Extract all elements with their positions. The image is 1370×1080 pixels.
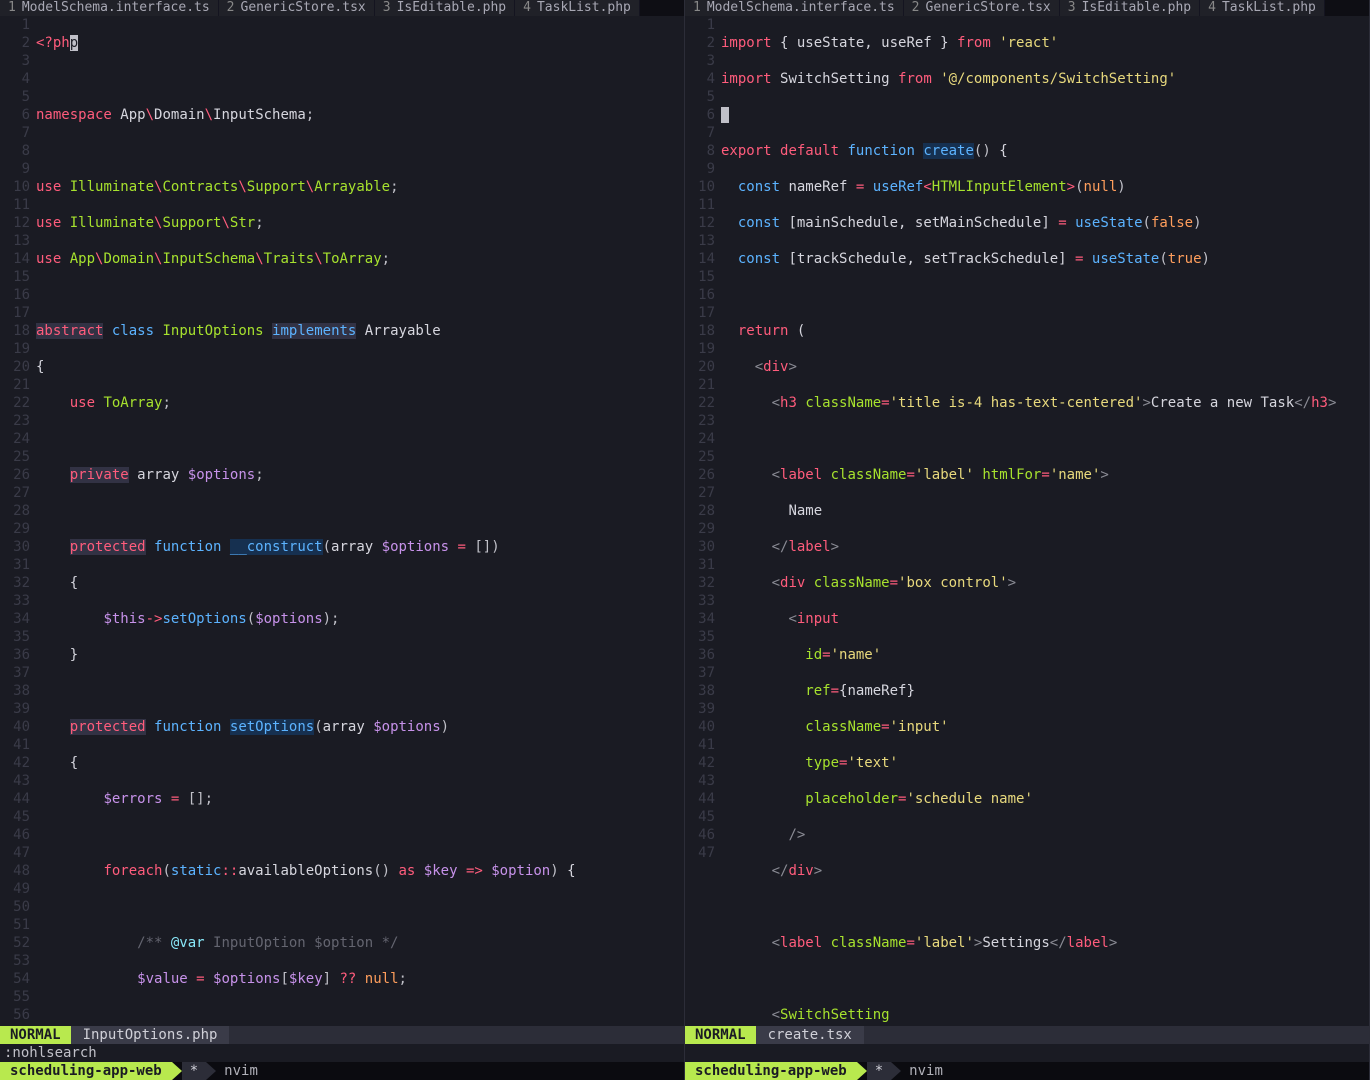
tab-3[interactable]: 3IsEditable.php: [1060, 0, 1200, 16]
tab-bar: 1ModelSchema.interface.ts 2GenericStore.…: [0, 0, 684, 16]
status-bar-right: NORMAL create.tsx: [685, 1026, 1369, 1044]
editor-pane-right: 1ModelSchema.interface.ts 2GenericStore.…: [685, 0, 1370, 1080]
tab-4[interactable]: 4TaskList.php: [515, 0, 640, 16]
code-content-right: import { useState, useRef } from 'react'…: [721, 16, 1369, 1026]
tab-2[interactable]: 2GenericStore.tsx: [219, 0, 375, 16]
mode-indicator: NORMAL: [0, 1026, 71, 1044]
editor-pane-left: 1ModelSchema.interface.ts 2GenericStore.…: [0, 0, 685, 1080]
process-name: nvim: [216, 1062, 258, 1080]
line-numbers: 1234567891011121314151617181920212223242…: [0, 16, 36, 1026]
tab-3[interactable]: 3IsEditable.php: [375, 0, 515, 16]
project-name: scheduling-app-web: [685, 1062, 857, 1080]
current-filename: create.tsx: [756, 1026, 864, 1044]
command-line[interactable]: :nohlsearch: [0, 1044, 684, 1062]
line-numbers: 1234567891011121314151617181920212223242…: [685, 16, 721, 1026]
git-star-icon: *: [182, 1062, 206, 1080]
bottom-bar-left: scheduling-app-web * nvim: [0, 1062, 684, 1080]
tab-1[interactable]: 1ModelSchema.interface.ts: [685, 0, 904, 16]
status-bar-left: NORMAL InputOptions.php: [0, 1026, 684, 1044]
code-content-left: <?php namespace App\Domain\InputSchema; …: [36, 16, 684, 1026]
code-area-right[interactable]: 1234567891011121314151617181920212223242…: [685, 16, 1369, 1026]
tab-bar: 1ModelSchema.interface.ts 2GenericStore.…: [685, 0, 1369, 16]
command-line[interactable]: [685, 1044, 1369, 1062]
project-name: scheduling-app-web: [0, 1062, 172, 1080]
code-area-left[interactable]: 1234567891011121314151617181920212223242…: [0, 16, 684, 1026]
tab-4[interactable]: 4TaskList.php: [1200, 0, 1325, 16]
process-name: nvim: [901, 1062, 943, 1080]
bottom-bar-right: scheduling-app-web * nvim: [685, 1062, 1369, 1080]
current-filename: InputOptions.php: [71, 1026, 230, 1044]
mode-indicator: NORMAL: [685, 1026, 756, 1044]
tab-2[interactable]: 2GenericStore.tsx: [904, 0, 1060, 16]
git-star-icon: *: [867, 1062, 891, 1080]
tab-1[interactable]: 1ModelSchema.interface.ts: [0, 0, 219, 16]
